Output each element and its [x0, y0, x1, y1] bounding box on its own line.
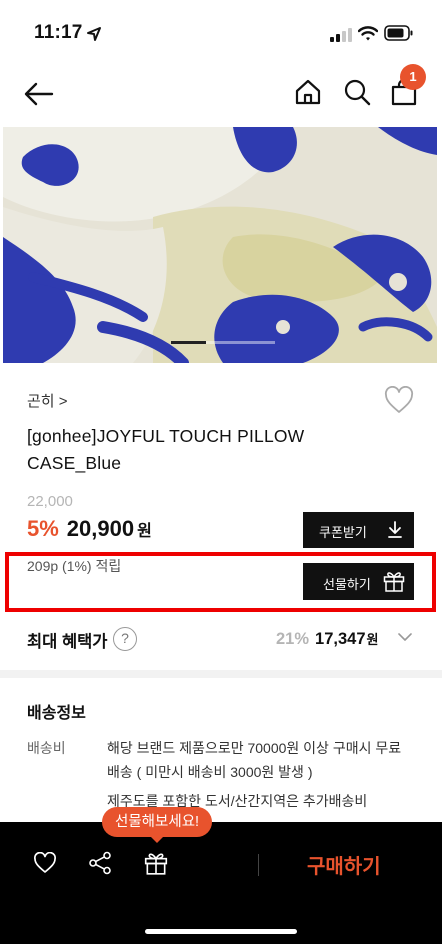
max-benefit-label: 최대 혜택가: [27, 633, 108, 651]
shipping-title: 배송정보: [27, 705, 86, 722]
gift-tooltip-tail: [150, 836, 164, 843]
home-icon[interactable]: [294, 78, 322, 106]
shipping-fee-label: 배송비: [27, 740, 66, 756]
coupon-button-label: 쿠폰받기: [319, 525, 367, 540]
top-nav-bar: 1: [0, 64, 442, 126]
cart-count-badge: 1: [400, 64, 426, 90]
section-divider: [0, 670, 442, 678]
max-benefit-currency: 원: [366, 632, 379, 647]
pillow-case-illustration: [3, 127, 437, 363]
bottom-action-bar: 구매하기: [0, 822, 442, 944]
arrow-left-icon[interactable]: [22, 78, 56, 110]
sale-price: 20,900: [66, 516, 135, 541]
brand-breadcrumb[interactable]: 곤히 >: [27, 390, 68, 411]
sale-price-row: 5% 20,900 원: [27, 516, 152, 546]
image-pager: [171, 341, 275, 344]
status-bar: 11:17: [0, 0, 442, 64]
original-price: 22,000: [27, 493, 73, 510]
image-pager-active: [171, 341, 206, 344]
home-indicator: [145, 929, 297, 934]
discount-percent: 5%: [27, 516, 59, 541]
location-arrow-icon: [87, 27, 101, 41]
currency-unit: 원: [137, 523, 152, 540]
gift-icon[interactable]: [143, 850, 169, 876]
product-title: [gonhee]JOYFUL TOUCH PILLOW CASE_Blue: [27, 426, 305, 473]
heart-icon[interactable]: [33, 852, 57, 874]
battery-icon: [384, 25, 413, 41]
gift-tooltip: 선물해보세요!: [102, 807, 213, 837]
max-benefit-percent: 21%: [276, 630, 310, 648]
heart-icon[interactable]: [384, 386, 414, 414]
wifi-icon: [358, 26, 378, 41]
chevron-down-icon[interactable]: [397, 631, 413, 643]
coupon-download-button[interactable]: 쿠폰받기: [303, 512, 414, 548]
buy-button[interactable]: 구매하기: [307, 850, 381, 879]
gift-section-highlight: [5, 552, 436, 612]
action-bar-separator: [258, 854, 259, 876]
share-icon[interactable]: [88, 851, 112, 875]
download-icon: [388, 521, 402, 538]
help-icon[interactable]: ?: [113, 627, 137, 651]
search-icon[interactable]: [343, 78, 371, 106]
product-image[interactable]: [3, 127, 437, 363]
max-benefit-price[interactable]: 21% 17,347원: [276, 629, 378, 649]
max-benefit-amount: 17,347: [315, 630, 366, 648]
status-time: 11:17: [34, 22, 83, 43]
shipping-fee-text: 해당 브랜드 제품으로만 70000원 이상 구매시 무료배송 ( 미만시 배송…: [107, 740, 402, 780]
cellular-signal-icon: [330, 28, 352, 42]
